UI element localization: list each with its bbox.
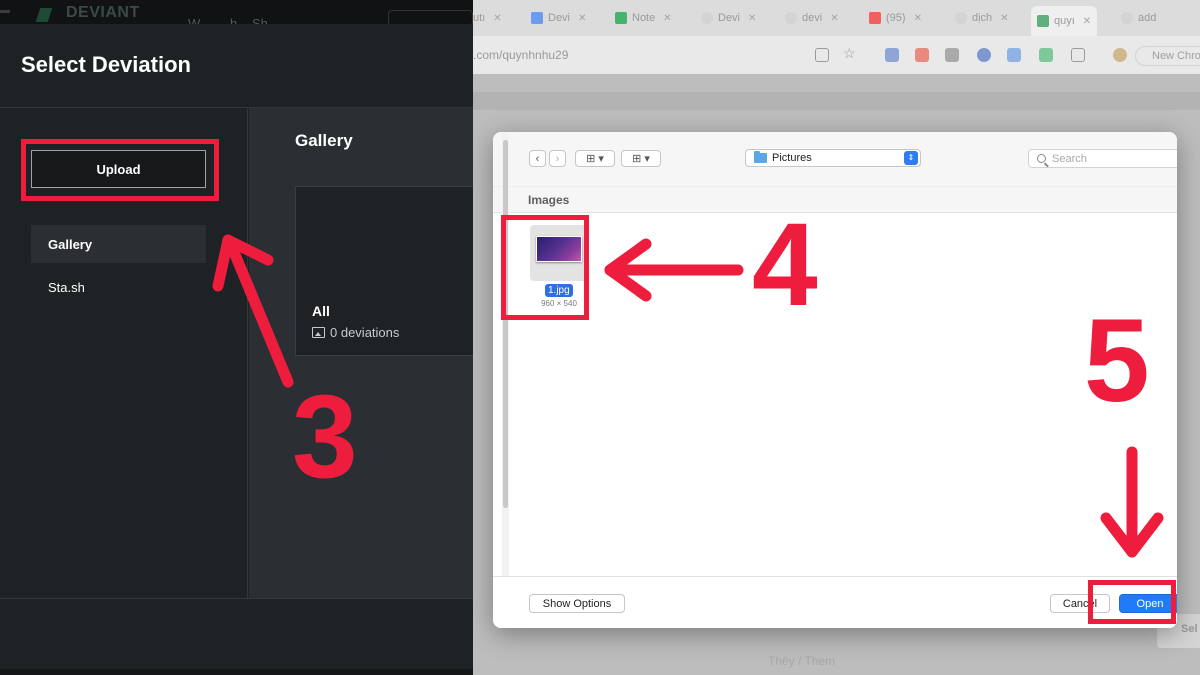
annotation-arrows [212,234,1164,558]
arrow-step5-icon [1100,446,1164,558]
arrow-step4-icon [604,238,744,302]
arrow-step3-icon [212,234,294,388]
